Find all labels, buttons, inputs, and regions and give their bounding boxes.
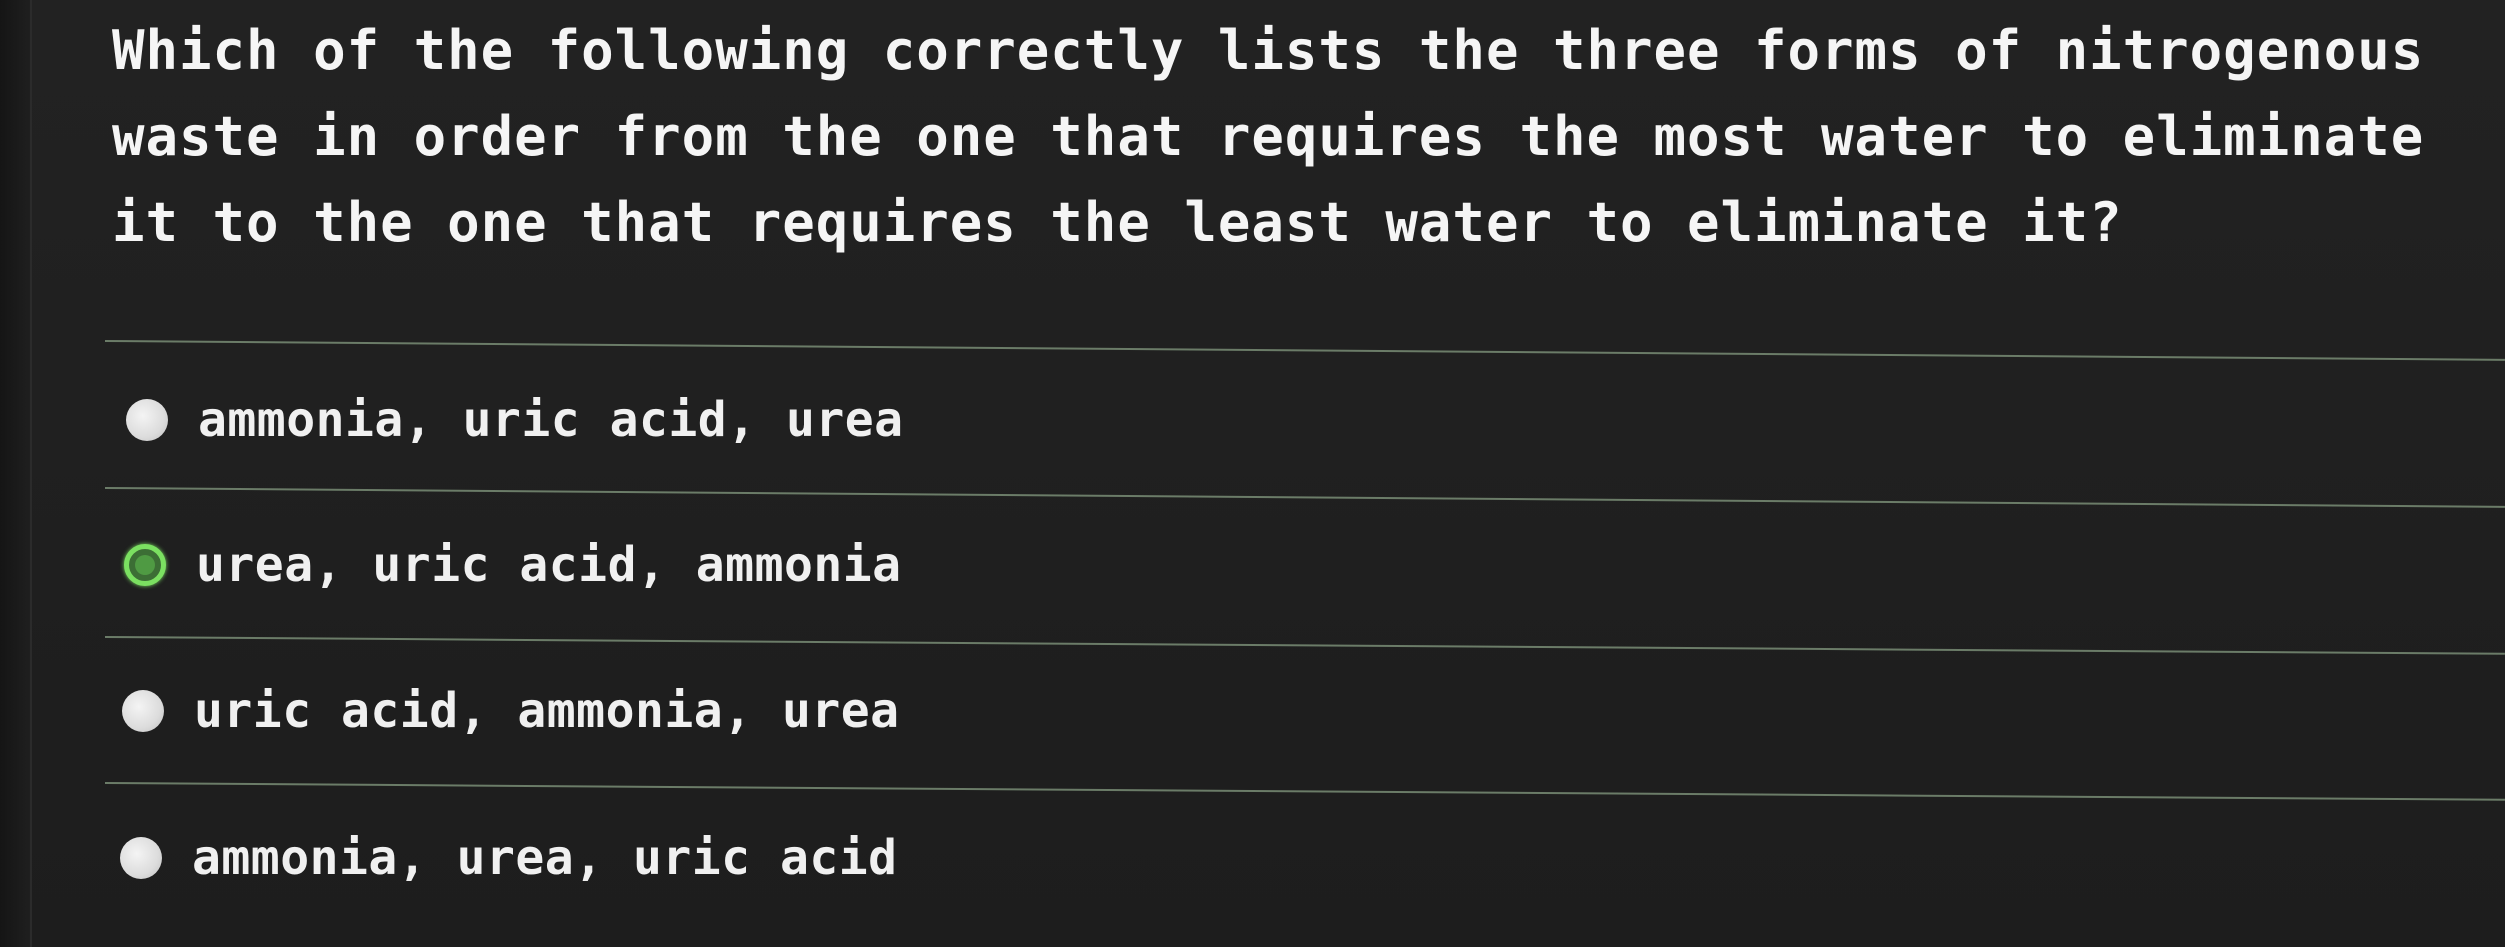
divider [104, 340, 2505, 361]
window-left-edge [0, 0, 32, 947]
divider [104, 487, 2505, 508]
answer-option-label: uric acid, ammonia, urea [194, 683, 900, 739]
answer-option-3[interactable]: uric acid, ammonia, urea [122, 676, 900, 746]
quiz-screen: Which of the following correctly lists t… [0, 0, 2505, 947]
answer-option-2[interactable]: urea, uric acid, ammonia [124, 530, 902, 600]
radio-button-unselected[interactable] [126, 399, 168, 441]
question-text: Which of the following correctly lists t… [112, 19, 2425, 254]
radio-button-selected[interactable] [124, 544, 166, 586]
answer-option-label: urea, uric acid, ammonia [196, 537, 902, 593]
answer-option-label: ammonia, uric acid, urea [198, 392, 904, 448]
radio-button-unselected[interactable] [120, 837, 162, 879]
divider [104, 782, 2505, 801]
answer-option-label: ammonia, urea, uric acid [192, 830, 898, 886]
answer-option-1[interactable]: ammonia, uric acid, urea [126, 385, 904, 455]
divider [104, 636, 2505, 655]
answer-option-4[interactable]: ammonia, urea, uric acid [120, 823, 898, 893]
radio-button-unselected[interactable] [122, 690, 164, 732]
